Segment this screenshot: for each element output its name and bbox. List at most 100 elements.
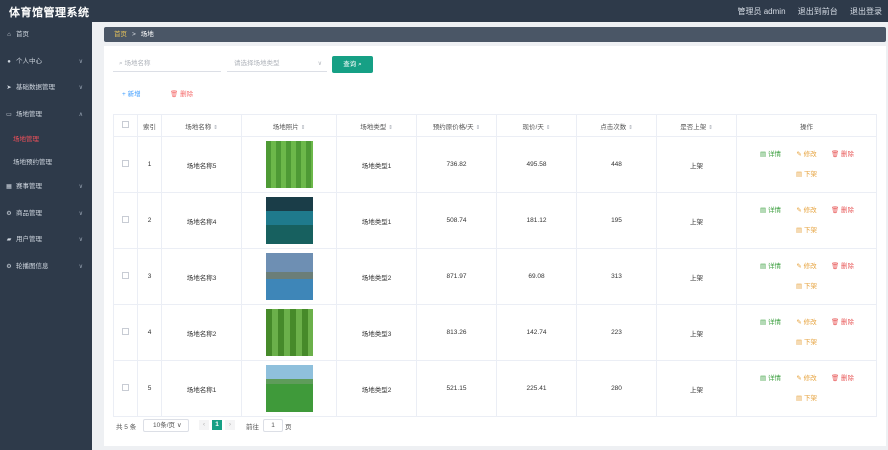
query-button[interactable]: 查询 ⌕ bbox=[332, 56, 373, 73]
sidebar-item-carousel[interactable]: ⚙ 轮播图信息 ∨ bbox=[0, 254, 92, 281]
header-status[interactable]: 是否上架 ⇕ bbox=[656, 114, 737, 137]
row-select-cell[interactable] bbox=[113, 304, 138, 361]
row-select-cell[interactable] bbox=[113, 136, 138, 193]
row-delete-button[interactable]: 🗑 删除 bbox=[825, 257, 861, 277]
chevron-down-icon: ∨ bbox=[78, 85, 83, 91]
sidebar-item-basic-data[interactable]: ➤ 基础数据管理 ∨ bbox=[0, 75, 92, 102]
detail-button[interactable]: ▤ 详情 bbox=[753, 313, 789, 333]
op-label: 修改 bbox=[803, 150, 817, 158]
take-down-button[interactable]: ▤ 下架 bbox=[789, 389, 825, 409]
next-page-button[interactable]: › bbox=[225, 420, 235, 430]
sort-icon[interactable]: ⇕ bbox=[301, 125, 306, 131]
sort-icon[interactable]: ⇕ bbox=[628, 125, 633, 131]
add-button[interactable]: + 新增 bbox=[122, 88, 141, 98]
page-number-current[interactable]: 1 bbox=[212, 420, 222, 430]
sort-icon[interactable]: ⇕ bbox=[213, 125, 218, 131]
op-label: 下架 bbox=[803, 338, 817, 346]
sidebar-item-profile[interactable]: ● 个人中心 ∨ bbox=[0, 49, 92, 76]
cell-ops: ▤ 详情 ✎ 修改 🗑 删除 ▤ 下架 bbox=[736, 192, 877, 249]
cell-orig-price: 871.97 bbox=[416, 248, 497, 305]
sidebar-item-venue[interactable]: ▭ 场地管理 ∧ bbox=[0, 102, 92, 129]
checkbox[interactable] bbox=[122, 160, 129, 167]
header-clicks[interactable]: 点击次数 ⇕ bbox=[576, 114, 657, 137]
take-down-button[interactable]: ▤ 下架 bbox=[789, 277, 825, 297]
top-bar: 体育馆管理系统 管理员 admin 退出到前台 退出登录 bbox=[0, 0, 888, 22]
sort-icon[interactable]: ⇕ bbox=[708, 125, 713, 131]
cell-ops: ▤ 详情 ✎ 修改 🗑 删除 ▤ 下架 bbox=[736, 136, 877, 193]
sort-icon[interactable]: ⇕ bbox=[546, 125, 551, 131]
cell-price: 495.58 bbox=[496, 136, 577, 193]
sidebar-item-home[interactable]: ⌂ 首页 bbox=[0, 22, 92, 49]
sort-icon[interactable]: ⇕ bbox=[476, 125, 481, 131]
cell-type: 场地类型2 bbox=[336, 360, 417, 417]
header-type[interactable]: 场地类型 ⇕ bbox=[336, 114, 417, 137]
sidebar-sub-venue-booking[interactable]: 场地预约管理 bbox=[0, 151, 92, 174]
cell-clicks: 280 bbox=[576, 360, 657, 417]
detail-button[interactable]: ▤ 详情 bbox=[753, 257, 789, 277]
row-select-cell[interactable] bbox=[113, 192, 138, 249]
row-delete-button[interactable]: 🗑 删除 bbox=[825, 369, 861, 389]
select-all-cell[interactable] bbox=[113, 114, 138, 137]
checkbox[interactable] bbox=[122, 384, 129, 391]
take-down-button[interactable]: ▤ 下架 bbox=[789, 333, 825, 353]
sidebar-item-label: 首页 bbox=[16, 31, 29, 38]
detail-button[interactable]: ▤ 详情 bbox=[753, 369, 789, 389]
edit-icon: ✎ bbox=[796, 150, 804, 158]
home-icon: ⌂ bbox=[7, 32, 11, 38]
cell-orig-price: 736.82 bbox=[416, 136, 497, 193]
venue-type-select[interactable]: 请选择场地类型 ∨ bbox=[227, 56, 327, 72]
header-price[interactable]: 现价/天 ⇕ bbox=[496, 114, 577, 137]
sidebar-item-users[interactable]: ▰ 用户管理 ∨ bbox=[0, 227, 92, 254]
row-delete-button[interactable]: 🗑 删除 bbox=[825, 145, 861, 165]
venue-photo[interactable] bbox=[265, 253, 313, 300]
goto-page-input[interactable]: 1 bbox=[263, 419, 283, 432]
venue-name-search-input[interactable]: ⌕ 场地名称 bbox=[113, 56, 221, 72]
checkbox[interactable] bbox=[122, 328, 129, 335]
venue-photo[interactable] bbox=[265, 309, 313, 356]
edit-button[interactable]: ✎ 修改 bbox=[789, 201, 825, 221]
edit-button[interactable]: ✎ 修改 bbox=[789, 145, 825, 165]
cell-name: 场地名称1 bbox=[161, 360, 242, 417]
checkbox[interactable] bbox=[122, 272, 129, 279]
sidebar-item-events[interactable]: ▦ 赛事管理 ∨ bbox=[0, 174, 92, 201]
checkbox[interactable] bbox=[122, 121, 129, 128]
sidebar-item-label: 赛事管理 bbox=[16, 183, 42, 190]
breadcrumb-home[interactable]: 首页 bbox=[114, 31, 127, 38]
sidebar-item-label: 轮播图信息 bbox=[16, 262, 49, 270]
logout-link[interactable]: 退出登录 bbox=[850, 7, 882, 16]
header-photo[interactable]: 场地照片 ⇕ bbox=[241, 114, 337, 137]
venue-photo[interactable] bbox=[265, 141, 313, 188]
take-down-button[interactable]: ▤ 下架 bbox=[789, 221, 825, 241]
venue-photo[interactable] bbox=[265, 197, 313, 244]
edit-button[interactable]: ✎ 修改 bbox=[789, 369, 825, 389]
op-label: 删除 bbox=[841, 206, 855, 214]
detail-icon: ▤ bbox=[760, 206, 768, 214]
row-select-cell[interactable] bbox=[113, 248, 138, 305]
sort-icon[interactable]: ⇕ bbox=[388, 125, 393, 131]
op-label: 详情 bbox=[767, 150, 781, 158]
cell-status: 上架 bbox=[656, 248, 737, 305]
take-down-button[interactable]: ▤ 下架 bbox=[789, 165, 825, 185]
header-orig-price[interactable]: 预约原价格/天 ⇕ bbox=[416, 114, 497, 137]
row-delete-button[interactable]: 🗑 删除 bbox=[825, 201, 861, 221]
detail-button[interactable]: ▤ 详情 bbox=[753, 145, 789, 165]
page-size-select[interactable]: 10条/页 ∨ bbox=[143, 419, 189, 432]
detail-button[interactable]: ▤ 详情 bbox=[753, 201, 789, 221]
prev-page-button[interactable]: ‹ bbox=[199, 420, 209, 430]
cell-orig-price: 813.26 bbox=[416, 304, 497, 361]
header-name[interactable]: 场地名称 ⇕ bbox=[161, 114, 242, 137]
venue-photo[interactable] bbox=[265, 365, 313, 412]
to-frontend-link[interactable]: 退出到前台 bbox=[798, 7, 838, 16]
cell-ops: ▤ 详情 ✎ 修改 🗑 删除 ▤ 下架 bbox=[736, 304, 877, 361]
cell-photo bbox=[241, 248, 337, 305]
row-select-cell[interactable] bbox=[113, 360, 138, 417]
sidebar-item-products[interactable]: ⚙ 商品管理 ∨ bbox=[0, 201, 92, 228]
row-delete-button[interactable]: 🗑 删除 bbox=[825, 313, 861, 333]
edit-button[interactable]: ✎ 修改 bbox=[789, 257, 825, 277]
delete-button[interactable]: 🗑 删除 bbox=[170, 88, 193, 98]
edit-button[interactable]: ✎ 修改 bbox=[789, 313, 825, 333]
checkbox[interactable] bbox=[122, 216, 129, 223]
sidebar: ⌂ 首页 ● 个人中心 ∨ ➤ 基础数据管理 ∨ ▭ 场地管理 ∧ 场地管理 场地预约管理 ▦… bbox=[0, 22, 92, 450]
trash-icon: 🗑 bbox=[830, 150, 842, 158]
sidebar-sub-venue-manage[interactable]: 场地管理 bbox=[0, 128, 92, 151]
